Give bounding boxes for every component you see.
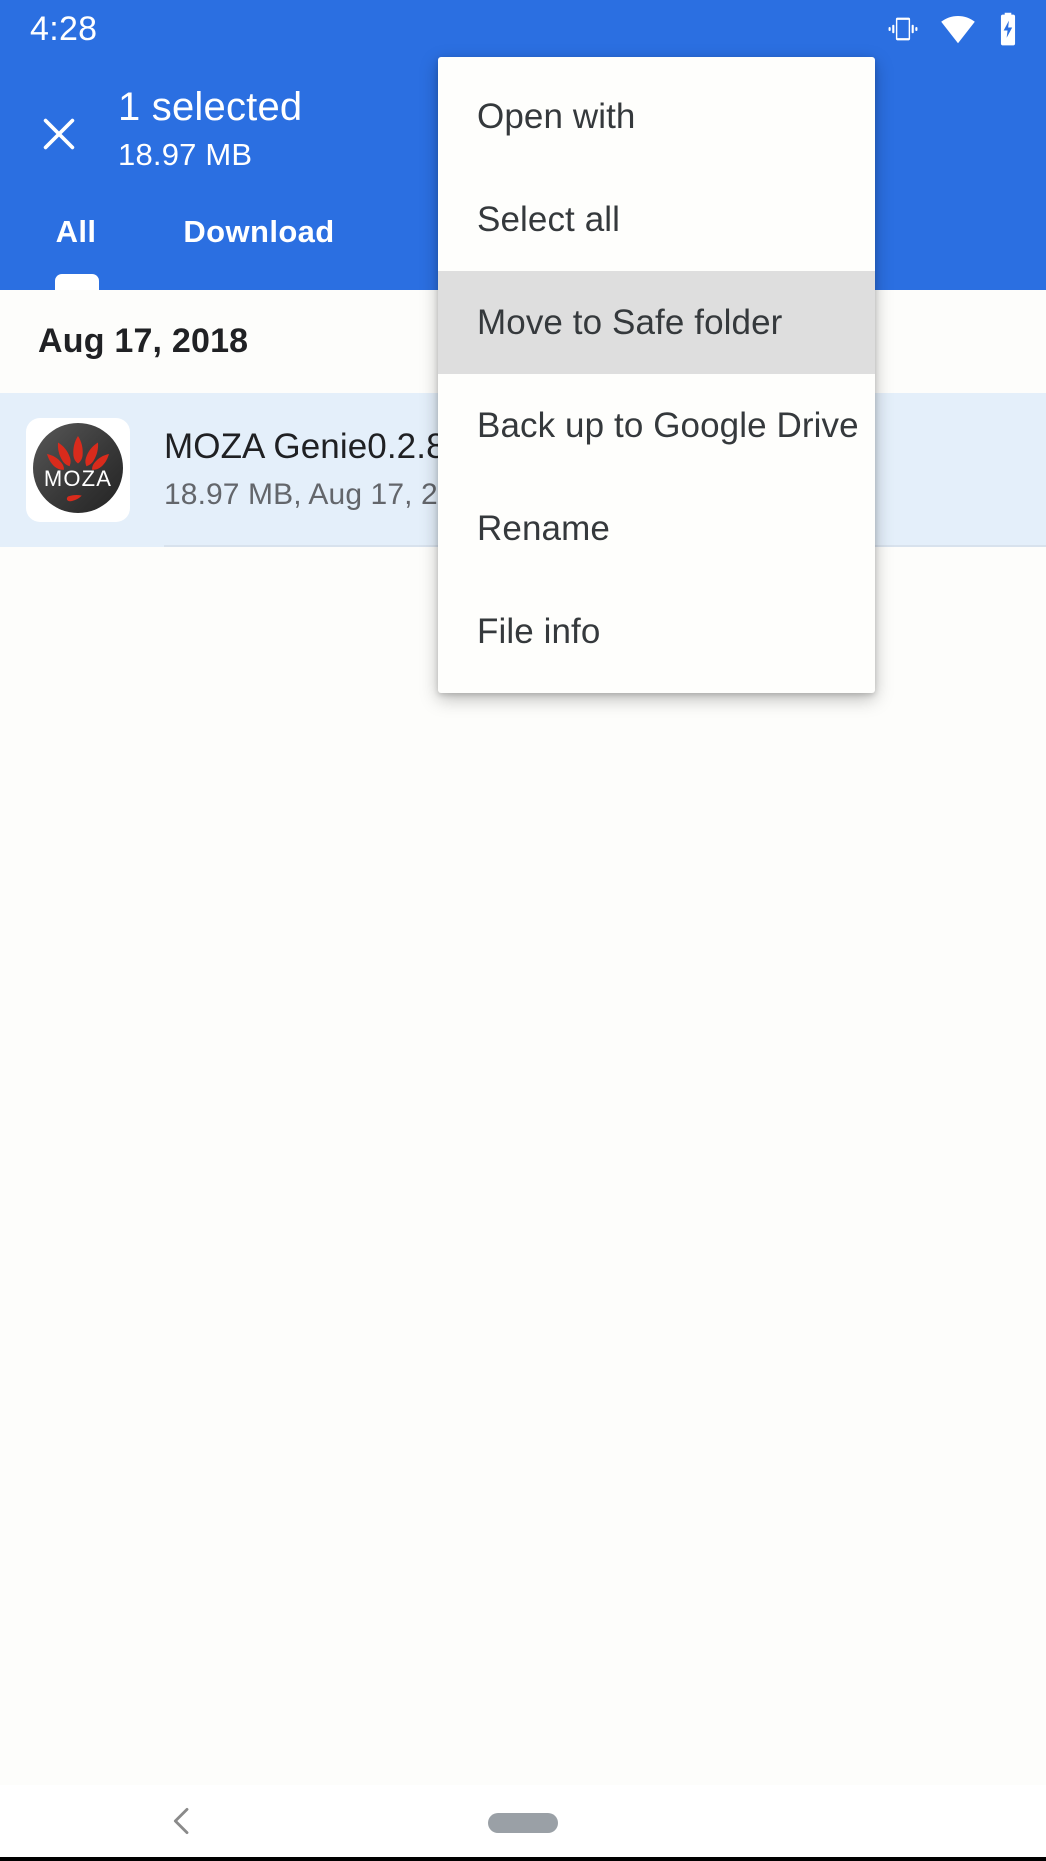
android-file-manager-screen: 4:28 1 selected 18.97 MB All Download Au… <box>0 0 1046 1861</box>
tab-active-indicator <box>55 274 99 290</box>
close-selection-button[interactable] <box>0 60 118 190</box>
status-bar-icons <box>886 11 1020 47</box>
nav-back-button[interactable] <box>154 1795 210 1851</box>
context-menu: Open with Select all Move to Safe folder… <box>438 57 875 693</box>
menu-item-open-with[interactable]: Open with <box>438 65 875 168</box>
back-chevron-icon <box>162 1801 202 1846</box>
file-meta: 18.97 MB, Aug 17, 20 <box>164 478 455 512</box>
system-navigation-bar <box>0 1785 1046 1861</box>
selection-size-subtitle: 18.97 MB <box>118 137 253 172</box>
file-name: MOZA Genie0.2.8_ <box>164 427 466 467</box>
menu-item-back-up-to-google-drive[interactable]: Back up to Google Drive <box>438 374 875 477</box>
tab-all[interactable]: All <box>0 196 152 268</box>
menu-item-rename[interactable]: Rename <box>438 477 875 580</box>
nav-bottom-edge <box>0 1857 1046 1861</box>
status-bar: 4:28 <box>0 0 1046 58</box>
close-icon <box>36 111 82 162</box>
svg-text:MOZA: MOZA <box>44 466 112 491</box>
battery-charging-icon <box>996 11 1020 47</box>
file-thumbnail: MOZA <box>26 418 130 522</box>
moza-app-icon: MOZA <box>28 418 128 522</box>
status-bar-clock: 4:28 <box>30 10 98 48</box>
nav-home-pill[interactable] <box>488 1813 558 1833</box>
wifi-icon <box>940 14 976 44</box>
file-text-block: MOZA Genie0.2.8_ 18.97 MB, Aug 17, 20 <box>164 426 465 514</box>
menu-item-move-to-safe-folder[interactable]: Move to Safe folder <box>438 271 875 374</box>
menu-item-file-info[interactable]: File info <box>438 580 875 683</box>
tab-download[interactable]: Download <box>152 196 366 268</box>
selection-title-block: 1 selected 18.97 MB <box>118 60 302 176</box>
vibrate-icon <box>886 12 920 46</box>
selection-count-title: 1 selected <box>118 85 303 129</box>
menu-item-select-all[interactable]: Select all <box>438 168 875 271</box>
